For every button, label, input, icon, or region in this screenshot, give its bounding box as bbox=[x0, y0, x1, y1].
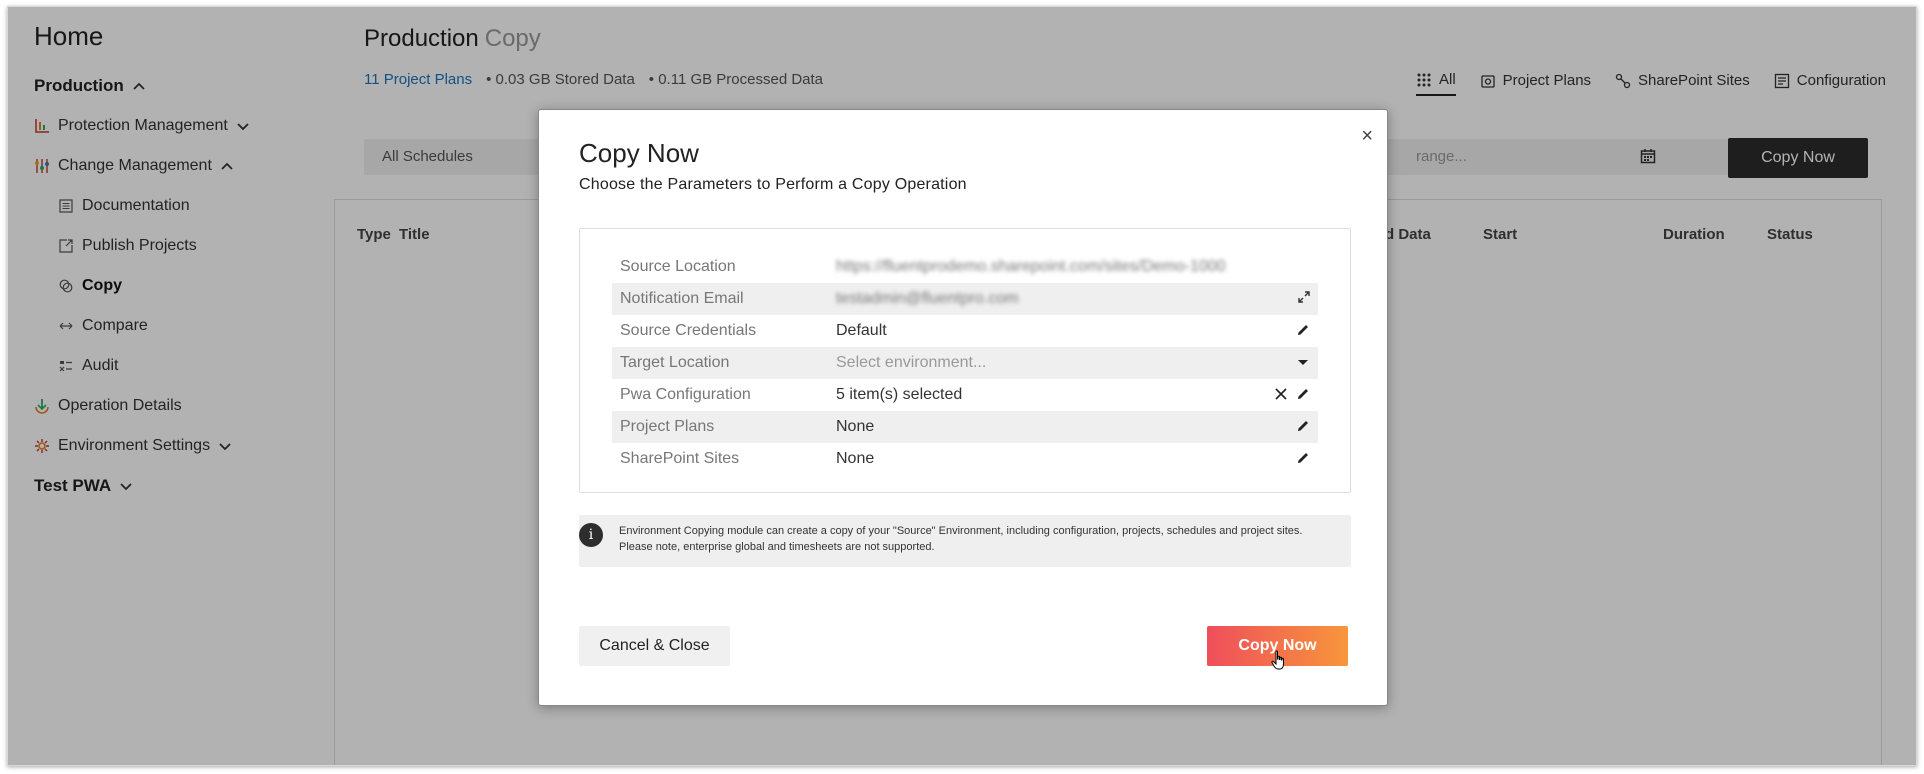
info-icon: i bbox=[579, 523, 603, 547]
param-label: Notification Email bbox=[620, 290, 744, 307]
param-label: Pwa Configuration bbox=[620, 386, 751, 403]
close-icon[interactable]: × bbox=[1361, 126, 1373, 146]
parameters-panel: Source Location https://fluentprodemo.sh… bbox=[579, 228, 1351, 493]
param-value: None bbox=[836, 418, 875, 435]
edit-pencil-icon[interactable] bbox=[1296, 323, 1310, 337]
app-window: Home Production Protection Management Ch… bbox=[7, 6, 1917, 766]
param-label: Target Location bbox=[620, 354, 730, 371]
copy-now-dialog: × Copy Now Choose the Parameters to Perf… bbox=[538, 109, 1388, 706]
expand-icon[interactable] bbox=[1298, 291, 1310, 303]
clear-x-icon[interactable] bbox=[1274, 387, 1288, 401]
param-row-pwa-configuration: Pwa Configuration 5 item(s) selected bbox=[612, 379, 1318, 411]
param-label: Project Plans bbox=[620, 418, 715, 435]
edit-pencil-icon[interactable] bbox=[1296, 451, 1310, 465]
param-row-sharepoint-sites: SharePoint Sites None bbox=[612, 443, 1318, 475]
hand-cursor-icon bbox=[1271, 650, 1284, 670]
param-row-source-credentials: Source Credentials Default bbox=[612, 315, 1318, 347]
param-row-project-plans: Project Plans None bbox=[612, 411, 1318, 443]
dialog-subtitle: Choose the Parameters to Perform a Copy … bbox=[579, 176, 967, 193]
param-row-target-location[interactable]: Target Location Select environment... bbox=[612, 347, 1318, 379]
param-value: https://fluentprodemo.sharepoint.com/sit… bbox=[836, 258, 1226, 275]
param-row-notification-email: Notification Email testadmin@fluentpro.c… bbox=[612, 283, 1318, 315]
param-value: Default bbox=[836, 322, 887, 339]
param-value: None bbox=[836, 450, 875, 467]
param-value: testadmin@fluentpro.com bbox=[836, 290, 1019, 307]
dialog-title: Copy Now bbox=[579, 138, 699, 168]
info-text: Environment Copying module can create a … bbox=[619, 525, 1303, 553]
param-value: 5 item(s) selected bbox=[836, 386, 963, 403]
param-label: Source Credentials bbox=[620, 322, 757, 339]
param-row-source-location: Source Location https://fluentprodemo.sh… bbox=[612, 251, 1318, 283]
target-environment-select[interactable]: Select environment... bbox=[836, 354, 1318, 372]
param-label: Source Location bbox=[620, 258, 736, 275]
param-label: SharePoint Sites bbox=[620, 450, 740, 467]
cancel-close-button[interactable]: Cancel & Close bbox=[579, 626, 730, 666]
info-note: i Environment Copying module can create … bbox=[579, 515, 1351, 567]
edit-pencil-icon[interactable] bbox=[1296, 419, 1310, 433]
dropdown-caret-icon[interactable] bbox=[1296, 355, 1310, 369]
edit-pencil-icon[interactable] bbox=[1296, 387, 1310, 401]
